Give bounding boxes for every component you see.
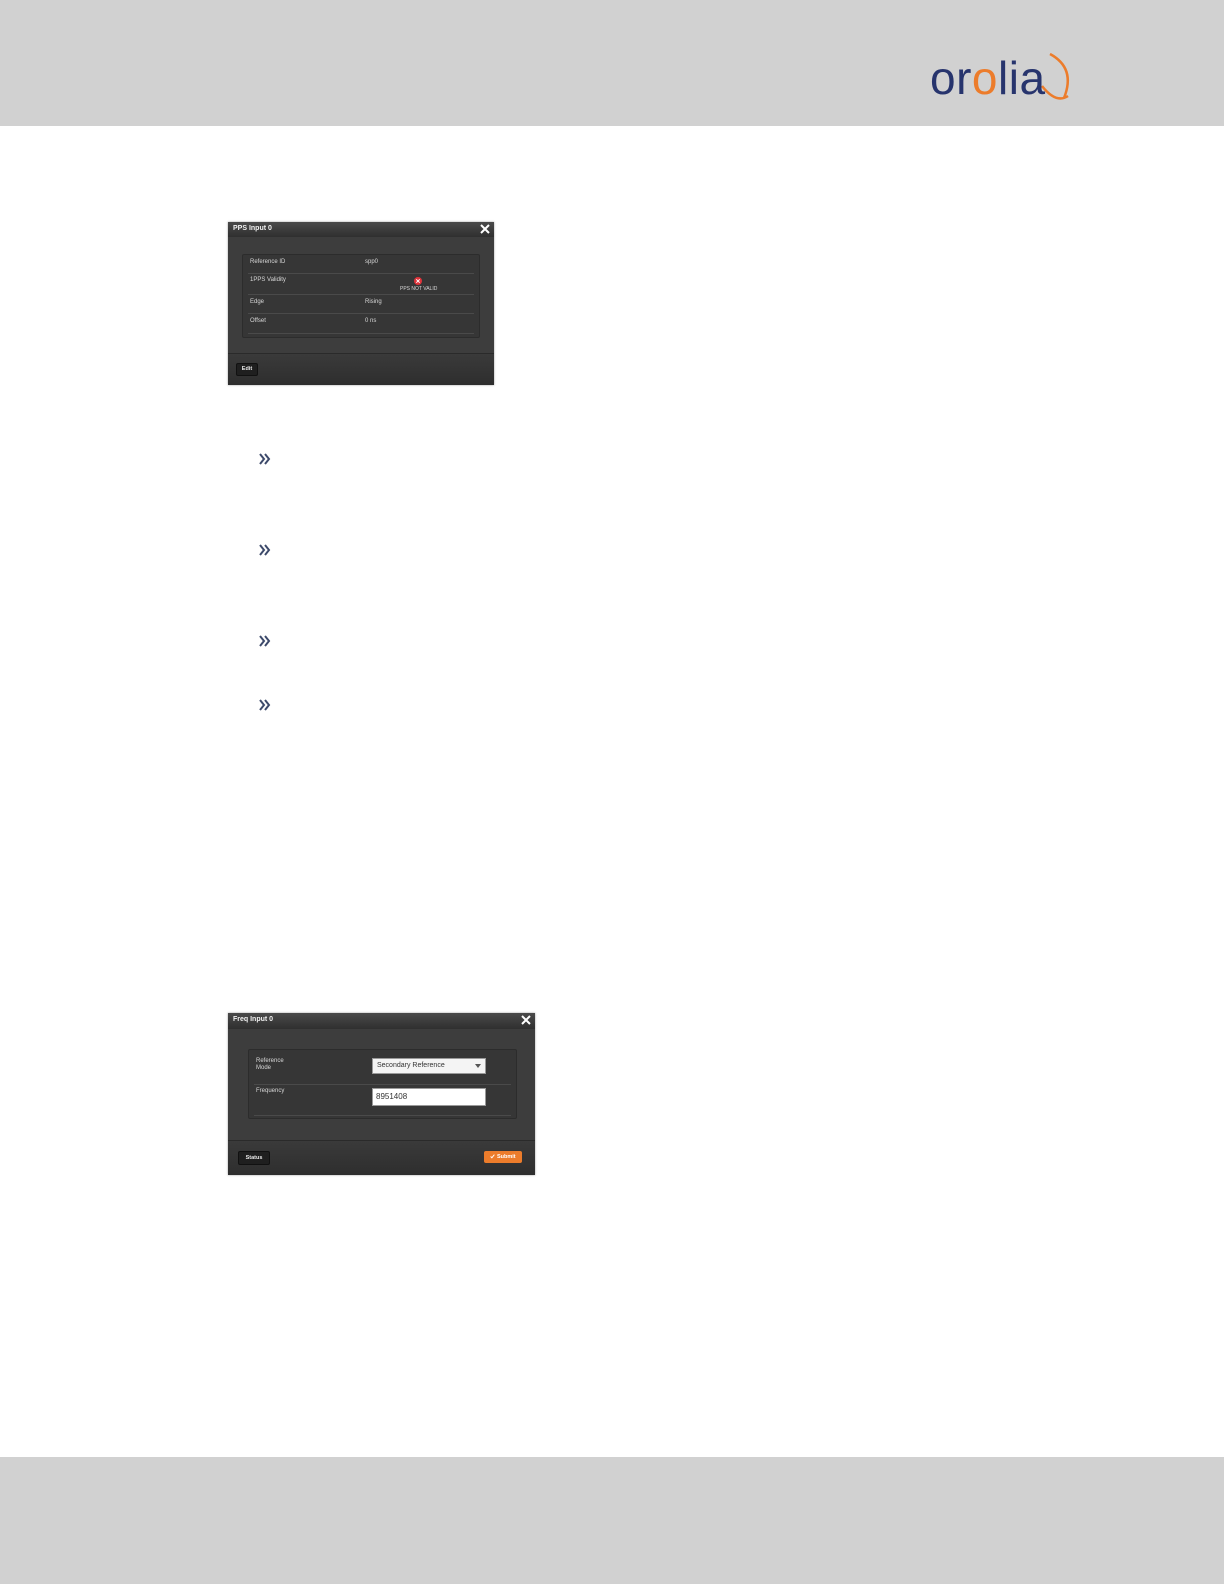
row-offset: Offset 0 ns — [248, 314, 474, 334]
chevron-down-icon — [475, 1064, 481, 1068]
double-chevron-right-icon — [259, 635, 271, 647]
pps-status-panel: Reference ID spp0 1PPS Validity PPS NOT … — [242, 254, 480, 338]
check-icon — [490, 1154, 496, 1159]
row-1pps-validity: 1PPS Validity PPS NOT VALID — [248, 274, 474, 295]
frequency-label: Frequency — [256, 1088, 285, 1094]
frequency-value: 8951408 — [376, 1092, 408, 1101]
close-icon[interactable] — [479, 223, 491, 235]
submit-button[interactable]: Submit — [484, 1151, 522, 1163]
row-edge: Edge Rising — [248, 295, 474, 314]
row-frequency: Frequency 8951408 — [254, 1085, 511, 1116]
edge-label: Edge — [250, 299, 265, 305]
freq-input-dialog: Freq Input 0 Reference Mode Secondary Re… — [228, 1013, 535, 1175]
row-reference-mode: Reference Mode Secondary Reference — [254, 1050, 511, 1085]
edit-button[interactable]: Edit — [236, 363, 258, 376]
reference-id-value: spp0 — [365, 259, 379, 265]
close-icon[interactable] — [520, 1014, 532, 1026]
reference-id-label: Reference ID — [250, 259, 286, 265]
double-chevron-right-icon — [259, 699, 271, 711]
double-chevron-right-icon — [259, 453, 271, 465]
pps-validity-label: 1PPS Validity — [250, 277, 286, 283]
pps-input-dialog: PPS Input 0 Reference ID spp0 1PPS Valid… — [228, 222, 494, 385]
dialog-title: PPS Input 0 — [233, 225, 272, 232]
freq-settings-panel: Reference Mode Secondary Reference Frequ… — [248, 1049, 517, 1119]
offset-value: 0 ns — [365, 318, 377, 324]
alert-icon — [414, 277, 422, 285]
reference-mode-select[interactable]: Secondary Reference — [372, 1058, 486, 1074]
frequency-input[interactable]: 8951408 — [372, 1088, 486, 1106]
dialog-footer: Edit — [228, 353, 494, 385]
reference-mode-label-line2: Mode — [256, 1065, 272, 1071]
row-reference-id: Reference ID spp0 — [248, 255, 474, 274]
dialog-title: Freq Input 0 — [233, 1016, 274, 1023]
orolia-logo: orolia — [930, 46, 1080, 110]
dialog-footer: Status Submit — [228, 1140, 535, 1175]
status-button[interactable]: Status — [238, 1151, 270, 1165]
pps-validity-value: PPS NOT VALID — [400, 286, 438, 292]
page-footer-band — [0, 1457, 1224, 1584]
dialog-titlebar: PPS Input 0 — [228, 222, 494, 237]
dialog-titlebar: Freq Input 0 — [228, 1013, 535, 1029]
reference-mode-label-line1: Reference — [256, 1058, 284, 1064]
edge-value: Rising — [365, 299, 382, 305]
submit-label: Submit — [496, 1154, 516, 1160]
reference-mode-selected: Secondary Reference — [377, 1062, 445, 1069]
offset-label: Offset — [250, 318, 266, 324]
double-chevron-right-icon — [259, 544, 271, 556]
logo-wordmark: orolia — [930, 52, 1046, 104]
